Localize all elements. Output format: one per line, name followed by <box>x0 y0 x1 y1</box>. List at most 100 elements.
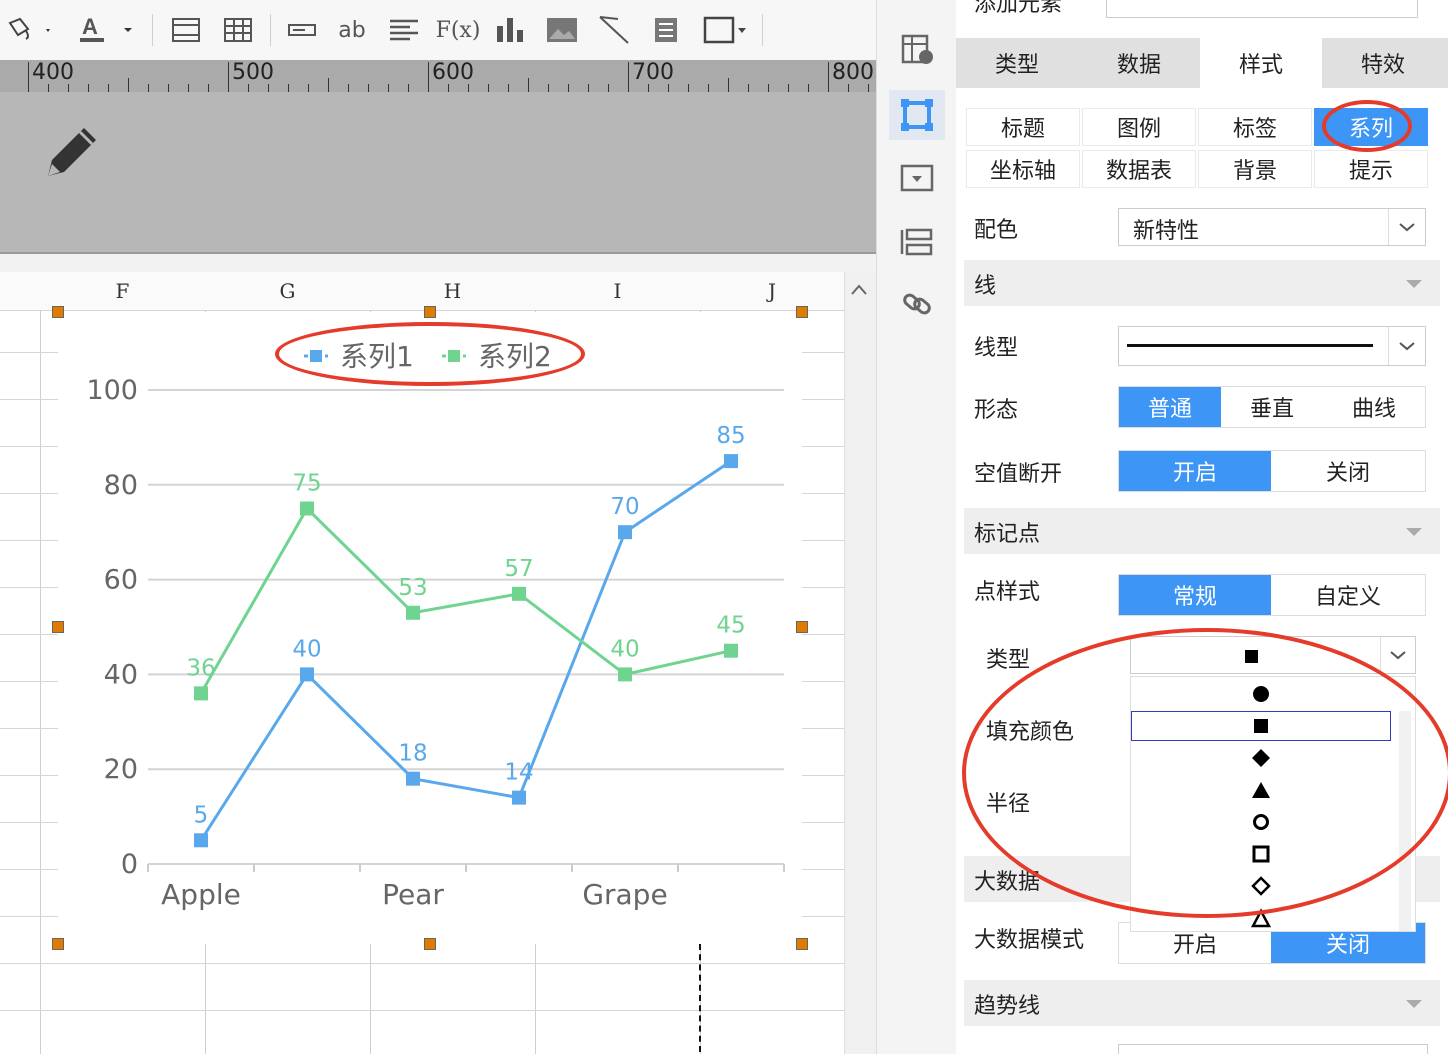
data-point <box>618 525 632 540</box>
ruler-tick <box>868 84 869 92</box>
chevron-down-icon[interactable] <box>1388 327 1425 365</box>
cell-attribute-icon[interactable] <box>897 30 937 70</box>
pencil-icon[interactable] <box>40 120 104 188</box>
subtab-title[interactable]: 标题 <box>966 108 1080 146</box>
annotation-ellipse <box>962 628 1448 918</box>
null-break-label: 空值断开 <box>974 462 1063 487</box>
subtab-axis[interactable]: 坐标轴 <box>966 150 1080 188</box>
null-break-on-option[interactable]: 开启 <box>1119 451 1271 491</box>
data-label: 40 <box>610 636 639 662</box>
border-icon[interactable] <box>700 12 750 48</box>
ruler-tick <box>668 84 669 92</box>
column-header[interactable]: I <box>535 272 701 311</box>
ruler-tick <box>708 84 709 92</box>
tab-type[interactable]: 类型 <box>956 38 1078 88</box>
section-marker[interactable]: 标记点 <box>964 508 1440 554</box>
color-scheme-select[interactable]: 新特性 <box>1118 208 1426 246</box>
tab-style[interactable]: 样式 <box>1200 38 1322 88</box>
collapse-icon[interactable] <box>1406 280 1422 288</box>
text-button[interactable]: ab <box>332 12 372 48</box>
ruler-label: 500 <box>232 60 274 85</box>
null-break-off-option[interactable]: 关闭 <box>1271 451 1425 491</box>
column-header[interactable]: J <box>700 272 845 311</box>
resize-handle[interactable] <box>424 938 436 950</box>
line-type-label: 线型 <box>974 336 1019 361</box>
resize-handle[interactable] <box>796 938 808 950</box>
tab-data[interactable]: 数据 <box>1078 38 1200 88</box>
slash-tool-icon[interactable] <box>594 12 634 48</box>
toolbar: A ab F(x) <box>0 0 876 61</box>
x-tick-label: Pear <box>382 878 444 911</box>
form-icon[interactable] <box>646 12 686 48</box>
column-header[interactable]: G <box>205 272 371 311</box>
ruler-tick <box>468 84 469 92</box>
svg-text:A: A <box>82 14 98 39</box>
add-element-input[interactable] <box>1106 0 1418 18</box>
point-style-regular-option[interactable]: 常规 <box>1119 575 1271 615</box>
ruler-tick <box>148 84 149 92</box>
fill-color-icon[interactable] <box>0 12 56 48</box>
ruler-tick <box>388 84 389 92</box>
image-icon[interactable] <box>542 12 582 48</box>
ruler-label: 700 <box>632 60 674 85</box>
formula-button[interactable]: F(x) <box>436 12 481 48</box>
ruler-tick <box>448 84 449 92</box>
ruler-tick <box>68 84 69 92</box>
chart-element-icon[interactable] <box>889 90 945 140</box>
ruler-tick <box>768 84 769 92</box>
subtab-label[interactable]: 标签 <box>1198 108 1312 146</box>
shape-normal-option[interactable]: 普通 <box>1119 387 1221 427</box>
section-trendline[interactable]: 趋势线 <box>964 980 1440 1026</box>
data-point <box>300 501 314 516</box>
point-style-custom-option[interactable]: 自定义 <box>1271 575 1425 615</box>
subtab-datasheet[interactable]: 数据表 <box>1082 150 1196 188</box>
chevron-down-icon[interactable] <box>1388 209 1425 245</box>
data-point <box>724 454 738 469</box>
collapse-icon[interactable] <box>1406 1000 1422 1008</box>
resize-handle[interactable] <box>52 621 64 633</box>
line-type-select[interactable] <box>1118 326 1426 366</box>
annotation-ellipse <box>275 322 585 386</box>
column-header[interactable]: H <box>370 272 536 311</box>
resize-handle[interactable] <box>52 938 64 950</box>
data-point <box>194 833 208 848</box>
ruler-tick <box>848 84 849 92</box>
column-header[interactable]: F <box>40 272 206 311</box>
ruler-tick <box>208 84 209 92</box>
vertical-scrollbar[interactable] <box>844 272 877 1054</box>
ruler-tick <box>168 84 169 92</box>
data-label: 85 <box>716 423 745 449</box>
link-icon[interactable] <box>897 284 937 324</box>
scroll-up-icon[interactable] <box>845 272 877 308</box>
data-point <box>512 586 526 601</box>
section-line[interactable]: 线 <box>964 260 1440 306</box>
data-label: 5 <box>194 802 209 828</box>
shape-vertical-option[interactable]: 垂直 <box>1221 387 1323 427</box>
shape-curve-option[interactable]: 曲线 <box>1323 387 1425 427</box>
textbox-icon[interactable] <box>282 12 322 48</box>
data-point <box>724 643 738 658</box>
trendline-select[interactable] <box>1118 1044 1428 1054</box>
subtab-legend[interactable]: 图例 <box>1082 108 1196 146</box>
align-icon[interactable] <box>384 12 424 48</box>
font-color-icon[interactable]: A <box>76 12 136 48</box>
resize-handle[interactable] <box>796 621 808 633</box>
widget-icon[interactable] <box>897 158 937 198</box>
resize-handle[interactable] <box>52 306 64 318</box>
y-tick-label: 80 <box>104 470 138 501</box>
table-grid-icon[interactable] <box>218 12 258 48</box>
tab-effects[interactable]: 特效 <box>1322 38 1444 88</box>
line-chart[interactable]: 0 20 40 60 80 100 Apple Pear Grape 5 40 18 14 70 85 36 7… <box>58 312 802 944</box>
chevron-down-icon[interactable] <box>1380 637 1415 673</box>
collapse-icon[interactable] <box>1406 528 1422 536</box>
layout-icon[interactable] <box>897 222 937 262</box>
series-line <box>199 459 732 842</box>
bar-chart-icon[interactable] <box>490 12 530 48</box>
resize-handle[interactable] <box>796 306 808 318</box>
subtab-tooltip[interactable]: 提示 <box>1314 150 1428 188</box>
subtab-background[interactable]: 背景 <box>1198 150 1312 188</box>
merge-cells-icon[interactable] <box>166 12 206 48</box>
design-canvas-area <box>0 92 876 254</box>
resize-handle[interactable] <box>424 306 436 318</box>
ruler-tick <box>808 84 809 92</box>
